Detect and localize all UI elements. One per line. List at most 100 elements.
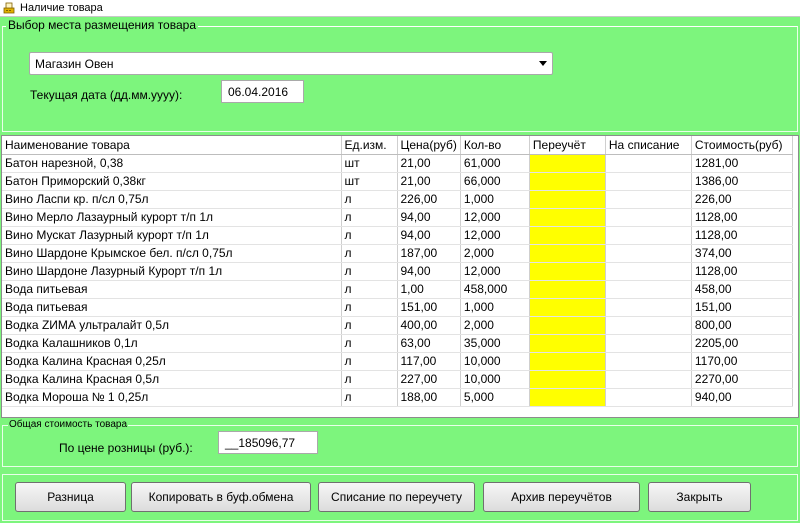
chevron-down-icon[interactable] <box>539 61 547 66</box>
cell-recount[interactable] <box>529 208 606 227</box>
table-row[interactable]: Вино Шардоне Лазурный Курорт т/п 1л л 94,0… <box>2 262 793 281</box>
cell-recount[interactable] <box>529 190 606 209</box>
cell-unit: л <box>341 298 398 317</box>
cell-unit: л <box>341 208 398 227</box>
cell-writeoff[interactable] <box>605 298 692 317</box>
cell-price: 1,00 <box>397 280 461 299</box>
cell-name: Водка Мороша № 1 0,25л <box>2 388 342 407</box>
cell-price: 151,00 <box>397 298 461 317</box>
cell-cost: 1128,00 <box>691 226 793 245</box>
table-header-row: Наименование товара Ед.изм. Цена(руб) Ко… <box>2 136 793 155</box>
retail-total-field[interactable]: __185096,77 <box>218 431 318 454</box>
cell-recount[interactable] <box>529 262 606 281</box>
table-row[interactable]: Вино Ласпи кр. п/сл 0,75л л 226,00 1,000 226… <box>2 190 793 209</box>
cell-price: 21,00 <box>397 154 461 173</box>
cell-name: Водка Калина Красная 0,25л <box>2 352 342 371</box>
writeoff-by-recount-button[interactable]: Списание по переучету <box>318 482 475 512</box>
cell-cost: 1281,00 <box>691 154 793 173</box>
cell-cost: 1128,00 <box>691 208 793 227</box>
cell-cost: 151,00 <box>691 298 793 317</box>
cell-price: 400,00 <box>397 316 461 335</box>
cell-recount[interactable] <box>529 334 606 353</box>
goods-table[interactable]: Наименование товара Ед.изм. Цена(руб) Ко… <box>1 135 799 418</box>
column-header-recount[interactable]: Переучёт <box>529 136 606 155</box>
cell-writeoff[interactable] <box>605 352 692 371</box>
cell-price: 187,00 <box>397 244 461 263</box>
cell-writeoff[interactable] <box>605 154 692 173</box>
cell-unit: л <box>341 190 398 209</box>
recount-archive-button[interactable]: Архив переучётов <box>483 482 640 512</box>
cell-writeoff[interactable] <box>605 172 692 191</box>
cell-writeoff[interactable] <box>605 208 692 227</box>
column-header-cost[interactable]: Стоимость(руб) <box>691 136 793 155</box>
cell-recount[interactable] <box>529 316 606 335</box>
cell-cost: 800,00 <box>691 316 793 335</box>
close-button[interactable]: Закрыть <box>648 482 751 512</box>
cell-price: 227,00 <box>397 370 461 389</box>
table-row[interactable]: Вино Мускат Лазурный курорт т/п 1л л 94,00… <box>2 226 793 245</box>
table-row[interactable]: Водка Калина Красная 0,25л л 117,00 10,000 1… <box>2 352 793 371</box>
cell-name: Батон Приморский 0,38кг <box>2 172 342 191</box>
cell-recount[interactable] <box>529 280 606 299</box>
cell-writeoff[interactable] <box>605 262 692 281</box>
cell-cost: 1386,00 <box>691 172 793 191</box>
table-row[interactable]: Батон Приморский 0,38кг шт 21,00 66,000 1386… <box>2 172 793 191</box>
table-row[interactable]: Водка ZИМА ультралайт 0,5л л 400,00 2,000 80… <box>2 316 793 335</box>
location-group-frame <box>2 26 798 132</box>
cell-price: 63,00 <box>397 334 461 353</box>
table-row[interactable]: Вино Шардоне Крымское бел. п/сл 0,75л л 18… <box>2 244 793 263</box>
column-header-name[interactable]: Наименование товара <box>2 136 342 155</box>
copy-to-clipboard-button[interactable]: Копировать в буф.обмена <box>131 482 311 512</box>
cell-writeoff[interactable] <box>605 226 692 245</box>
column-header-writeoff[interactable]: На списание <box>605 136 692 155</box>
location-group-label: Выбор места размещения товара <box>6 18 198 32</box>
cell-writeoff[interactable] <box>605 190 692 209</box>
cell-recount[interactable] <box>529 154 606 173</box>
table-row[interactable]: Батон нарезной, 0,38 шт 21,00 61,000 1281,00 <box>2 154 793 173</box>
cell-unit: л <box>341 244 398 263</box>
cell-recount[interactable] <box>529 388 606 407</box>
column-header-qty[interactable]: Кол-во <box>460 136 530 155</box>
cell-price: 117,00 <box>397 352 461 371</box>
cell-recount[interactable] <box>529 244 606 263</box>
cell-unit: л <box>341 370 398 389</box>
cell-writeoff[interactable] <box>605 280 692 299</box>
store-select[interactable]: Магазин Овен <box>29 52 553 75</box>
cell-recount[interactable] <box>529 370 606 389</box>
cell-name: Вино Мерло Лазаурный курорт т/п 1л <box>2 208 342 227</box>
cell-cost: 458,00 <box>691 280 793 299</box>
cell-writeoff[interactable] <box>605 388 692 407</box>
cell-name: Вино Мускат Лазурный курорт т/п 1л <box>2 226 342 245</box>
column-header-unit[interactable]: Ед.изм. <box>341 136 398 155</box>
table-row[interactable]: Водка Калашников 0,1л л 63,00 35,000 2205,00 <box>2 334 793 353</box>
cell-price: 226,00 <box>397 190 461 209</box>
cell-recount[interactable] <box>529 172 606 191</box>
cell-price: 94,00 <box>397 208 461 227</box>
cell-unit: л <box>341 280 398 299</box>
table-row[interactable]: Водка Калина Красная 0,5л л 227,00 10,000 22… <box>2 370 793 389</box>
table-row[interactable]: Вино Мерло Лазаурный курорт т/п 1л л 94,00… <box>2 208 793 227</box>
table-row[interactable]: Вода питьевая л 151,00 1,000 151,00 <box>2 298 793 317</box>
cell-recount[interactable] <box>529 226 606 245</box>
cell-recount[interactable] <box>529 298 606 317</box>
table-row[interactable]: Вода питьевая л 1,00 458,000 458,00 <box>2 280 793 299</box>
cell-qty: 10,000 <box>460 352 530 371</box>
cell-writeoff[interactable] <box>605 316 692 335</box>
cell-recount[interactable] <box>529 352 606 371</box>
cell-unit: л <box>341 226 398 245</box>
total-group-label: Общая стоимость товара <box>8 419 129 430</box>
cell-writeoff[interactable] <box>605 334 692 353</box>
column-header-price[interactable]: Цена(руб) <box>397 136 461 155</box>
table-row[interactable]: Водка Мороша № 1 0,25л л 188,00 5,000 940,00 <box>2 388 793 407</box>
cell-writeoff[interactable] <box>605 370 692 389</box>
cell-name: Вода питьевая <box>2 280 342 299</box>
cell-name: Вино Ласпи кр. п/сл 0,75л <box>2 190 342 209</box>
date-field[interactable]: 06.04.2016 <box>221 80 304 103</box>
cell-writeoff[interactable] <box>605 244 692 263</box>
retail-total-label: По цене розницы (руб.): <box>59 441 193 455</box>
difference-button[interactable]: Разница <box>15 482 126 512</box>
cell-unit: л <box>341 316 398 335</box>
cell-qty: 66,000 <box>460 172 530 191</box>
cell-unit: л <box>341 334 398 353</box>
cell-qty: 458,000 <box>460 280 530 299</box>
